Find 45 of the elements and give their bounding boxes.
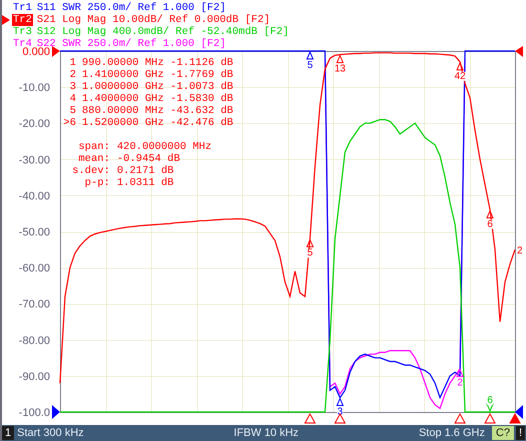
trace-settings: S12 Log Mag 400.0mdB/ Ref -52.40mdB [F2] [36,26,289,38]
statistic-value: -0.9454 dB [117,153,180,165]
axis-tick-label: -30.00 [18,154,50,166]
statistic-label: p-p: [84,177,110,189]
marker-label: 5 [307,248,313,259]
axis-tick-label: -60.00 [18,262,50,275]
marker-reading: 1.0000000 GHz -1.0073 dB [82,81,234,93]
axis-tick-label: -20.00 [18,118,50,130]
marker-reading: 990.00000 MHz -1.1126 dB [82,57,234,69]
marker-label: 13 [334,64,346,75]
marker-label: 2 [517,246,523,257]
marker-label: 3 [337,406,343,418]
axis-tick-label: -90.00 [18,370,50,383]
trace-settings: S11 SWR 250.0m/ Ref 1.000 [F2] [36,2,226,14]
statistic-label: s.dev: [71,165,110,177]
statistic-value: 420.0000000 MHz [117,141,212,153]
marker-reading: 1.4000000 GHz -1.5830 dB [82,93,234,105]
marker-reading: 1.5200000 GHz -42.476 dB [82,117,234,129]
axis-tick-label: -40.00 [18,190,50,202]
statistic-label: span: [77,141,110,153]
marker-number: >6 [62,117,76,129]
axis-tick-label: -80.00 [18,334,50,347]
marker-label: 42 [454,70,466,82]
marker-number: 5 [68,105,76,117]
start-frequency: Start 300 kHz [17,426,84,441]
marker-label: 6 [487,218,493,230]
axis-tick-label: -10.00 [18,82,50,94]
axis-tick-label: -70.00 [18,298,50,311]
marker-number: 1 [68,57,76,69]
axis-tick-label: -50.00 [18,226,50,238]
marker-label: 2 [457,378,463,389]
marker-number: 3 [68,81,76,93]
marker-label: 5 [307,60,313,71]
stop-frequency: Stop 1.6 GHz [418,426,485,441]
marker-reading: 880.00000 MHz -43.632 dB [82,105,234,117]
marker-number: 2 [68,69,76,81]
axis-tick-label: -100.0 [18,407,50,419]
statistic-value: 0.2171 dB [117,165,174,177]
statistic-label: mean: [77,153,110,165]
marker-label: 6 [487,395,493,406]
statistic-value: 1.0311 dB [117,177,174,189]
marker-reading: 1.4100000 GHz -1.7769 dB [82,69,234,81]
marker-number: 4 [68,93,76,105]
trace-settings: S21 Log Mag 10.00dB/ Ref 0.000dB [F2] [36,14,270,26]
ifbw-setting: IFBW 10 kHz [234,426,299,441]
